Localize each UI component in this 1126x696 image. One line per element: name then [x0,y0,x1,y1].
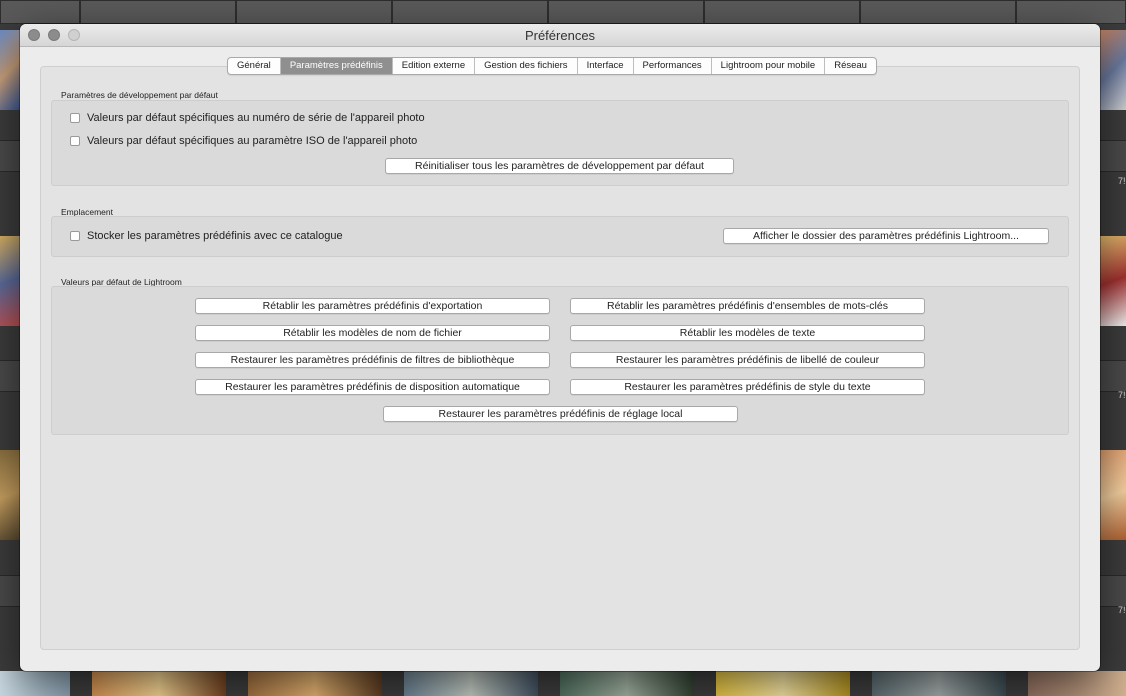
preferences-window: Préférences Général Paramètres prédéfini… [20,24,1100,671]
restore-text-style-button[interactable]: Restaurer les paramètres prédéfinis de s… [570,379,925,395]
tab-lightroom-mobile[interactable]: Lightroom pour mobile [712,58,826,74]
iso-defaults-label: Valeurs par défaut spécifiques au paramè… [87,135,418,147]
store-presets-checkbox[interactable] [70,231,80,241]
serial-defaults-label: Valeurs par défaut spécifiques au numéro… [87,112,425,124]
thumbnail-photo [560,671,694,696]
show-presets-folder-button[interactable]: Afficher le dossier des paramètres prédé… [723,228,1049,244]
grid-cell [704,0,860,24]
restore-keyword-sets-button[interactable]: Rétablir les paramètres prédéfinis d'ens… [570,298,925,314]
window-title: Préférences [524,28,596,43]
thumbnail-photo [404,671,538,696]
thumbnail-photo [0,236,20,326]
grid-cell-label: 7! [1118,176,1126,186]
restore-local-adjustment-button[interactable]: Restaurer les paramètres prédéfinis de r… [383,406,738,422]
tab-external-editing[interactable]: Edition externe [393,58,476,74]
restore-export-presets-button[interactable]: Rétablir les paramètres prédéfinis d'exp… [195,298,550,314]
store-presets-option[interactable]: Stocker les paramètres prédéfinis avec c… [70,230,343,242]
tab-general[interactable]: Général [228,58,281,74]
restore-color-label-button[interactable]: Restaurer les paramètres prédéfinis de l… [570,352,925,368]
grid-cell [392,0,548,24]
thumbnail-photo [0,671,70,696]
thumbnail-photo [92,671,226,696]
grid-cell [860,0,1016,24]
grid-cell [1016,0,1126,24]
grid-cell [236,0,392,24]
grid-cell-label: 7! [1118,605,1126,615]
grid-cell [80,0,236,24]
thumbnail-photo [0,450,20,540]
thumbnail-photo [1028,671,1126,696]
reset-develop-defaults-button[interactable]: Réinitialiser tous les paramètres de dév… [385,158,734,174]
grid-cell-label: 7! [1118,390,1126,400]
thumbnail-photo [1100,450,1126,540]
iso-defaults-option[interactable]: Valeurs par défaut spécifiques au paramè… [70,135,417,147]
restore-filename-templates-button[interactable]: Rétablir les modèles de nom de fichier [195,325,550,341]
iso-defaults-checkbox[interactable] [70,136,80,146]
thumbnail-photo [0,30,20,110]
serial-defaults-checkbox[interactable] [70,113,80,123]
tab-network[interactable]: Réseau [825,58,876,74]
thumbnail-photo [1100,236,1126,326]
thumbnail-photo [1100,30,1126,110]
tab-presets[interactable]: Paramètres prédéfinis [280,58,393,74]
develop-defaults-heading: Paramètres de développement par défaut [61,90,218,100]
serial-defaults-option[interactable]: Valeurs par défaut spécifiques au numéro… [70,112,425,124]
thumbnail-photo [248,671,382,696]
store-presets-label: Stocker les paramètres prédéfinis avec c… [87,230,343,242]
thumbnail-photo [872,671,1006,696]
tab-file-handling[interactable]: Gestion des fichiers [475,58,578,74]
preferences-tab-bar: Général Paramètres prédéfinis Edition ex… [227,57,877,75]
thumbnail-photo [716,671,850,696]
restore-text-templates-button[interactable]: Rétablir les modèles de texte [570,325,925,341]
grid-cell [548,0,704,24]
tab-performance[interactable]: Performances [634,58,712,74]
grid-cell [0,0,80,24]
tab-interface[interactable]: Interface [578,58,634,74]
restore-library-filters-button[interactable]: Restaurer les paramètres prédéfinis de f… [195,352,550,368]
restore-auto-layout-button[interactable]: Restaurer les paramètres prédéfinis de d… [195,379,550,395]
title-bar[interactable]: Préférences [20,24,1100,47]
